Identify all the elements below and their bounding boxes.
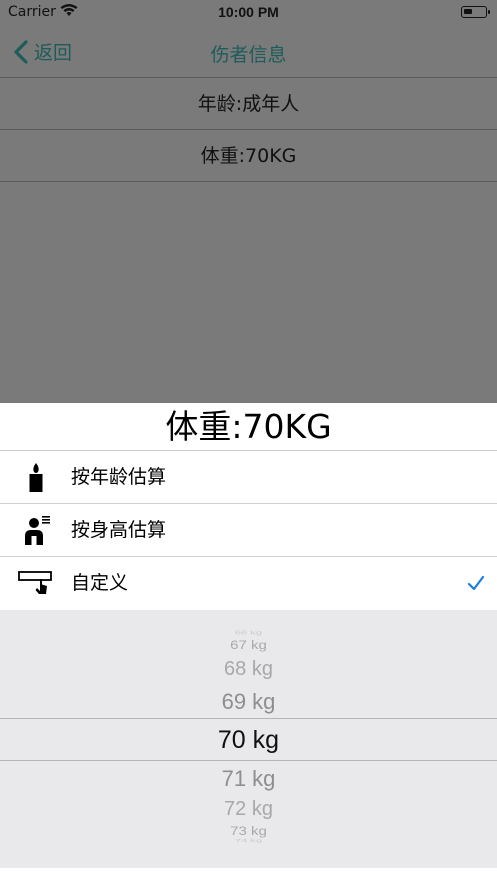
person-height-icon [25,516,50,545]
picker-selection-line-top [0,718,497,719]
info-row-age[interactable]: 年龄:成年人 [0,78,497,130]
option-custom[interactable]: 自定义 [0,557,497,610]
picker-item[interactable]: 74 kg [0,839,497,844]
option-label: 按年龄估算 [71,466,167,488]
option-estimate-by-age[interactable]: 按年龄估算 [0,451,497,504]
clock: 10:00 PM [218,4,279,20]
battery-icon [461,6,490,18]
picker-item[interactable]: 67 kg [0,639,497,653]
status-bar: Carrier 10:00 PM [0,0,497,26]
picker-selection-line-bottom [0,760,497,761]
info-row-weight[interactable]: 体重:70KG [0,130,497,182]
page-title: 伤者信息 [210,44,287,66]
candle-icon [29,463,43,492]
weight-sheet: 体重:70KG 按年龄估算 按身高估算 自定义 66 kg 67 kg 68 k… [0,403,497,883]
picker-item[interactable]: 73 kg [0,825,497,839]
picker-item[interactable]: 68 kg [0,658,497,681]
picker-item[interactable]: 72 kg [0,798,497,821]
picker-selected-item[interactable]: 70 kg [0,726,497,755]
custom-tap-icon [18,571,52,594]
home-indicator-area [0,868,497,883]
option-label: 按身高估算 [71,519,167,541]
option-label: 自定义 [71,572,129,594]
dimmed-overlay[interactable]: 年龄:成年人 体重:70KG [0,78,497,403]
option-estimate-by-height[interactable]: 按身高估算 [0,504,497,557]
weight-picker[interactable]: 66 kg 67 kg 68 kg 69 kg 70 kg 71 kg 72 k… [0,610,497,868]
picker-item[interactable]: 69 kg [0,689,497,715]
sheet-title: 体重:70KG [0,403,497,451]
picker-item[interactable]: 66 kg [0,630,497,636]
checkmark-icon [467,575,485,591]
picker-item[interactable]: 71 kg [0,766,497,792]
nav-bar: 返回 伤者信息 [0,26,497,78]
